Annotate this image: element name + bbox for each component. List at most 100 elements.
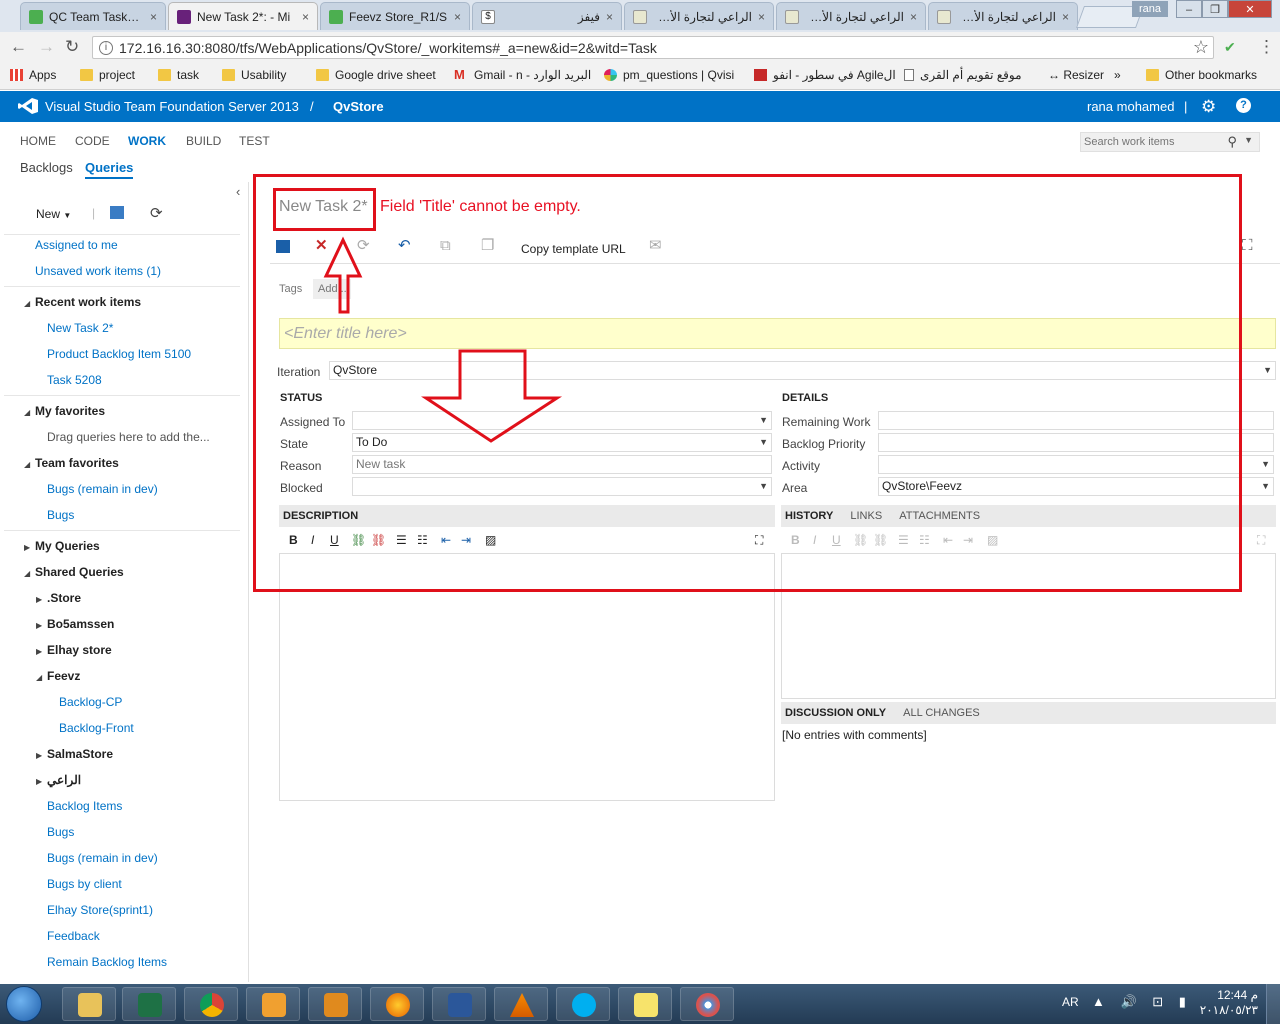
increase-indent-icon[interactable]: ⇥ (963, 533, 973, 547)
search-icon[interactable]: ⚲ (1227, 134, 1237, 150)
numbered-list-icon[interactable]: ☷ (417, 533, 428, 547)
clock[interactable]: 12:44 م ٢٠١٨/٠٥/٢٣ (1196, 988, 1258, 1018)
discussion-only-tab[interactable]: DISCUSSION ONLY (785, 707, 886, 719)
bookmarks-overflow-button[interactable]: » (1114, 68, 1121, 82)
chevron-down-icon[interactable]: ▼ (1244, 135, 1253, 145)
query-assigned-to-me[interactable]: Assigned to me (35, 238, 118, 256)
project-name[interactable]: QvStore (333, 99, 384, 114)
recent-product-backlog-item-5100[interactable]: Product Backlog Item 5100 (47, 347, 191, 365)
visual-studio-logo-icon[interactable] (18, 98, 38, 114)
taskbar-media-player[interactable] (246, 987, 300, 1021)
browser-tab-qc-team-tasks[interactable]: QC Team Tasks_Q × (20, 2, 166, 30)
bookmark-other[interactable]: Other bookmarks (1146, 68, 1257, 82)
folder-elhay-store[interactable]: Elhay store (47, 643, 112, 661)
collapsed-arrow-icon[interactable]: ▶ (36, 777, 42, 786)
maximize-form-icon[interactable]: ⛶ (1242, 238, 1253, 254)
chevron-down-icon[interactable]: ▼ (759, 412, 768, 429)
bookmark-apps[interactable]: Apps (10, 68, 56, 82)
team-fav-bugs-remain-in-dev[interactable]: Bugs (remain in dev) (47, 482, 158, 500)
query-bugs[interactable]: Bugs (47, 825, 74, 843)
bulleted-list-icon[interactable]: ☰ (898, 533, 909, 547)
italic-icon[interactable]: I (311, 533, 314, 547)
close-icon[interactable]: × (150, 10, 157, 24)
my-queries-header[interactable]: My Queries (35, 539, 100, 557)
close-icon[interactable]: × (302, 10, 309, 24)
hub-build[interactable]: BUILD (186, 134, 221, 148)
description-editor[interactable] (279, 553, 775, 801)
expand-arrow-icon[interactable]: ◢ (24, 299, 30, 308)
close-icon[interactable]: × (758, 10, 765, 24)
decrease-indent-icon[interactable]: ⇤ (943, 533, 953, 547)
taskbar-outlook[interactable] (308, 987, 362, 1021)
bold-icon[interactable]: B (791, 533, 800, 547)
window-close-icon[interactable]: ✕ (1228, 0, 1272, 18)
underline-icon[interactable]: U (330, 533, 339, 547)
browser-tab-feevz[interactable]: $ فيفز × (472, 2, 622, 30)
insert-image-icon[interactable]: ▨ (987, 533, 998, 547)
user-name[interactable]: rana mohamed (1087, 99, 1174, 114)
expand-arrow-icon[interactable]: ◢ (36, 673, 42, 682)
team-fav-bugs[interactable]: Bugs (47, 508, 74, 526)
bookmark-gmail[interactable]: M البريد الوارد - Gmail - n (454, 68, 591, 82)
pivot-queries[interactable]: Queries (85, 160, 134, 179)
folder-salmastore[interactable]: SalmaStore (47, 747, 113, 765)
restore-icon[interactable]: ❐ (1202, 0, 1228, 18)
hub-test[interactable]: TEST (239, 134, 270, 148)
minimize-icon[interactable]: – (1176, 0, 1202, 18)
close-icon[interactable]: × (454, 10, 461, 24)
bookmark-usability[interactable]: Usability (222, 68, 286, 82)
query-backlog-front[interactable]: Backlog-Front (59, 721, 134, 739)
bulleted-list-icon[interactable]: ☰ (396, 533, 407, 547)
blocked-select[interactable]: ▼ (352, 477, 772, 496)
link-work-item-icon[interactable]: ⧉ (440, 238, 451, 254)
search-input[interactable] (1081, 133, 1221, 151)
remove-link-icon[interactable]: ⛓ (873, 533, 888, 547)
query-feedback[interactable]: Feedback (47, 929, 100, 947)
numbered-list-icon[interactable]: ☷ (919, 533, 930, 547)
maximize-editor-icon[interactable]: ⛶ (755, 533, 763, 548)
area-select[interactable]: QvStore\Feevz ▼ (878, 477, 1274, 496)
close-icon[interactable]: × (606, 10, 613, 24)
shared-queries-header[interactable]: Shared Queries (35, 565, 124, 583)
input-language[interactable]: AR (1062, 995, 1079, 1009)
recent-new-task-2[interactable]: New Task 2* (47, 321, 113, 339)
pivot-backlogs[interactable]: Backlogs (20, 160, 73, 175)
expand-arrow-icon[interactable]: ◢ (24, 460, 30, 469)
bookmark-agile[interactable]: الAgile في سطور - انفو (754, 68, 896, 82)
save-icon[interactable] (276, 240, 290, 253)
reload-icon[interactable]: ↻ (65, 38, 79, 56)
taskbar-explorer[interactable] (62, 987, 116, 1021)
underline-icon[interactable]: U (832, 533, 841, 547)
insert-link-icon[interactable]: ⛓ (853, 533, 868, 547)
insert-link-icon[interactable]: ⛓ (351, 533, 366, 547)
my-favorites-header[interactable]: My favorites (35, 404, 105, 422)
hub-work[interactable]: WORK (128, 134, 166, 148)
menu-icon[interactable]: ⋮ (1258, 38, 1275, 56)
url-bar[interactable]: i 172.16.16.30:8080/tfs/WebApplications/… (92, 36, 1214, 59)
url-text[interactable]: 172.16.16.30:8080/tfs/WebApplications/Qv… (119, 40, 657, 56)
browser-tab-feevz-store[interactable]: Feevz Store_R1/S × (320, 2, 470, 30)
taskbar-chrome[interactable] (184, 987, 238, 1021)
undo-icon[interactable]: ↶ (398, 238, 411, 254)
taskbar-sticky-notes[interactable] (618, 987, 672, 1021)
expand-arrow-icon[interactable]: ◢ (24, 408, 30, 417)
info-icon[interactable]: i (99, 41, 113, 55)
folder-feevz[interactable]: Feevz (47, 669, 80, 687)
forward-arrow-icon[interactable]: → (38, 38, 55, 56)
query-backlog-items[interactable]: Backlog Items (47, 799, 122, 817)
collapsed-arrow-icon[interactable]: ▶ (36, 621, 42, 630)
iteration-select[interactable]: QvStore ▼ (329, 361, 1276, 380)
decrease-indent-icon[interactable]: ⇤ (441, 533, 451, 547)
discard-close-icon[interactable]: ✕ (315, 238, 328, 254)
extension-icon[interactable]: ✔ (1224, 38, 1236, 56)
taskbar-word[interactable] (432, 987, 486, 1021)
chevron-down-icon[interactable]: ▼ (759, 478, 768, 495)
increase-indent-icon[interactable]: ⇥ (461, 533, 471, 547)
collapsed-arrow-icon[interactable]: ▶ (36, 647, 42, 656)
team-favorites-header[interactable]: Team favorites (35, 456, 119, 474)
folder-alraai[interactable]: الراعي (47, 773, 81, 791)
expand-arrow-icon[interactable]: ◢ (24, 569, 30, 578)
chevron-down-icon[interactable]: ▼ (1263, 362, 1272, 379)
history-tab[interactable]: HISTORY (785, 510, 833, 522)
windows-start-button[interactable] (6, 986, 42, 1022)
